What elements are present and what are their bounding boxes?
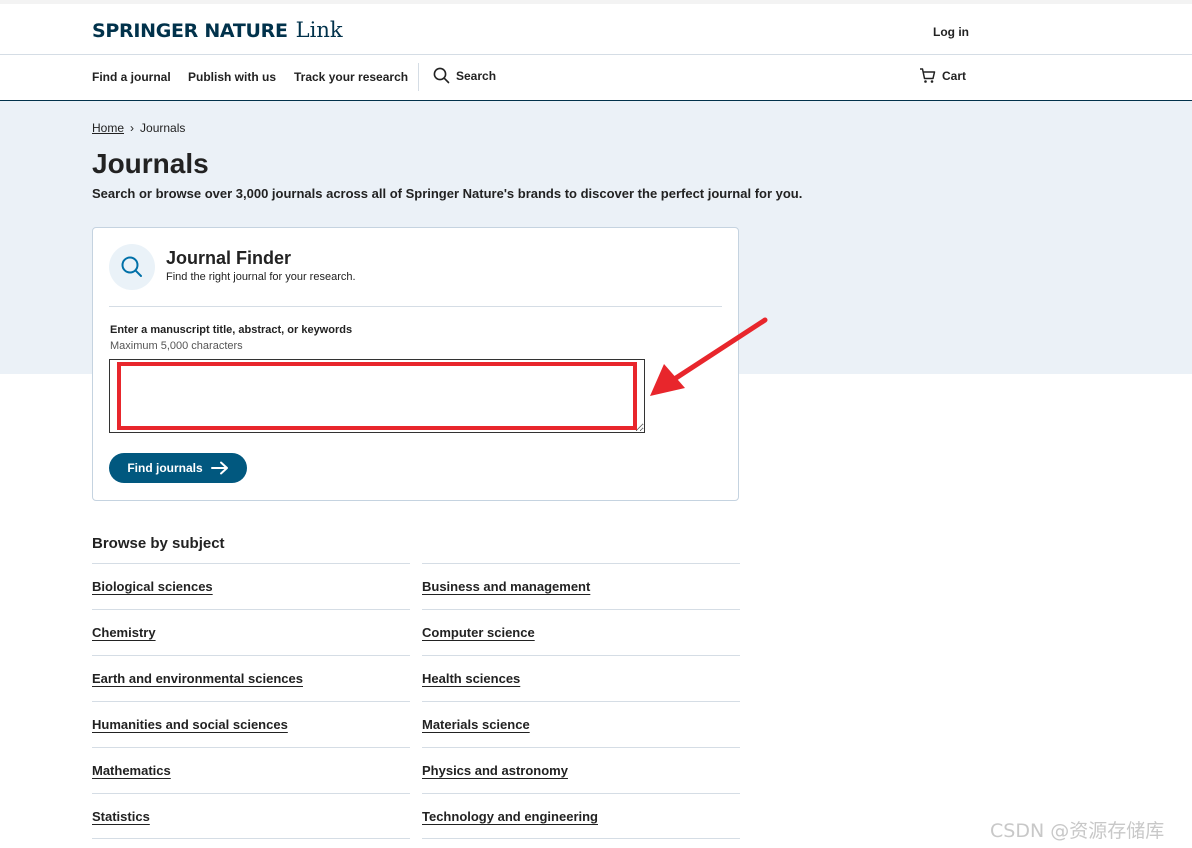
login-link[interactable]: Log in: [933, 25, 969, 39]
finder-divider: [109, 306, 722, 307]
nav-cart-button[interactable]: Cart: [919, 67, 966, 84]
manuscript-field-hint: Maximum 5,000 characters: [110, 340, 243, 352]
annotation-arrow-icon: [650, 317, 768, 396]
search-icon: [433, 67, 450, 84]
subject-earth-environmental-sciences[interactable]: Earth and environmental sciences: [92, 671, 303, 686]
subject-list-left: Biological sciences Chemistry Earth and …: [92, 563, 410, 839]
subject-statistics[interactable]: Statistics: [92, 809, 150, 824]
nav-publish-with-us[interactable]: Publish with us: [188, 70, 276, 84]
watermark: CSDN @资源存储库: [990, 820, 1165, 842]
subject-list-right: Business and management Computer science…: [422, 563, 740, 839]
nav-track-your-research[interactable]: Track your research: [294, 70, 408, 84]
logo-suffix: Link: [295, 18, 343, 42]
breadcrumb-current: Journals: [140, 121, 186, 135]
finder-title: Journal Finder: [166, 248, 292, 268]
manuscript-field-label: Enter a manuscript title, abstract, or k…: [110, 324, 353, 336]
subject-technology-engineering[interactable]: Technology and engineering: [422, 809, 598, 824]
subject-item: Earth and environmental sciences: [92, 655, 410, 701]
finder-search-icon: [109, 244, 155, 290]
page-description: Search or browse over 3,000 journals acr…: [92, 186, 803, 201]
subject-item: Business and management: [422, 563, 740, 609]
subject-item: Mathematics: [92, 747, 410, 793]
subject-humanities-social-sciences[interactable]: Humanities and social sciences: [92, 717, 288, 732]
springer-nature-link-logo[interactable]: SPRINGER NATURE Link: [92, 18, 343, 42]
nav-search-button[interactable]: Search: [433, 67, 496, 84]
subject-materials-science[interactable]: Materials science: [422, 717, 530, 732]
browse-by-subject-heading: Browse by subject: [92, 535, 225, 552]
logo-brand: SPRINGER NATURE: [92, 20, 288, 42]
subject-physics-astronomy[interactable]: Physics and astronomy: [422, 763, 568, 778]
page-title: Journals: [92, 148, 209, 179]
subject-business-management[interactable]: Business and management: [422, 579, 590, 594]
subject-item: Biological sciences: [92, 563, 410, 609]
find-journals-button[interactable]: Find journals: [109, 453, 247, 483]
main-nav: Find a journal Publish with us Track you…: [0, 55, 1192, 101]
breadcrumb-home[interactable]: Home: [92, 121, 124, 135]
subject-computer-science[interactable]: Computer science: [422, 625, 535, 640]
nav-cart-label: Cart: [942, 68, 967, 83]
subject-item: Humanities and social sciences: [92, 701, 410, 747]
nav-search-label: Search: [456, 68, 497, 83]
breadcrumb: Home › Journals: [92, 121, 185, 135]
nav-find-a-journal[interactable]: Find a journal: [92, 70, 171, 84]
subject-item: Chemistry: [92, 609, 410, 655]
finder-subtitle: Find the right journal for your research…: [166, 271, 356, 283]
subject-item: Technology and engineering: [422, 793, 740, 839]
find-journals-label: Find journals: [127, 461, 203, 475]
nav-divider: [418, 63, 419, 91]
subject-item: Computer science: [422, 609, 740, 655]
subject-item: Physics and astronomy: [422, 747, 740, 793]
subject-health-sciences[interactable]: Health sciences: [422, 671, 520, 686]
arrow-right-icon: [210, 461, 228, 475]
subject-item: Health sciences: [422, 655, 740, 701]
subject-biological-sciences[interactable]: Biological sciences: [92, 579, 213, 594]
subject-mathematics[interactable]: Mathematics: [92, 763, 171, 778]
manuscript-input[interactable]: [109, 359, 645, 433]
breadcrumb-separator: ›: [130, 121, 135, 135]
subject-item: Materials science: [422, 701, 740, 747]
subject-chemistry[interactable]: Chemistry: [92, 625, 156, 640]
subject-item: Statistics: [92, 793, 410, 839]
cart-icon: [920, 68, 936, 83]
top-bar: SPRINGER NATURE Link Log in: [0, 0, 1192, 55]
